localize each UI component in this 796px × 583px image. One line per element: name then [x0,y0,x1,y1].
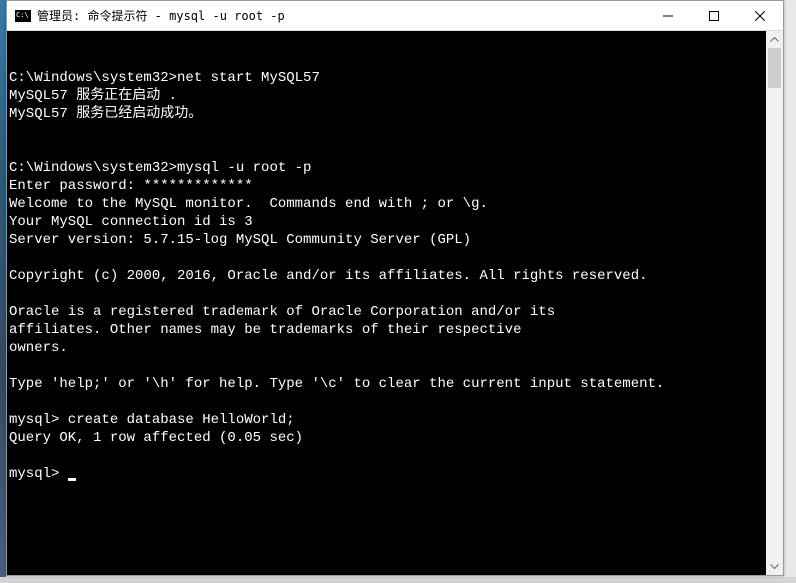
terminal-output[interactable]: C:\Windows\system32>net start MySQL57 My… [7,31,766,575]
scrollbar-thumb[interactable] [768,48,781,88]
close-button[interactable] [737,1,783,30]
minimize-icon [663,11,673,21]
cmd-icon [15,10,31,22]
scrollbar[interactable] [766,31,783,575]
chevron-down-icon [770,564,779,569]
minimize-button[interactable] [645,1,691,30]
maximize-icon [709,11,719,21]
terminal-container: C:\Windows\system32>net start MySQL57 My… [7,31,783,575]
scroll-down-button[interactable] [766,558,783,575]
scroll-up-button[interactable] [766,31,783,48]
close-icon [755,11,765,21]
window-controls [645,1,783,30]
cmd-window: 管理员: 命令提示符 - mysql -u root -p C:\Windows… [6,0,784,576]
bottom-strip [0,577,796,583]
window-title: 管理员: 命令提示符 - mysql -u root -p [37,7,645,24]
chevron-up-icon [770,37,779,42]
maximize-button[interactable] [691,1,737,30]
titlebar[interactable]: 管理员: 命令提示符 - mysql -u root -p [7,1,783,31]
cursor [68,478,76,481]
